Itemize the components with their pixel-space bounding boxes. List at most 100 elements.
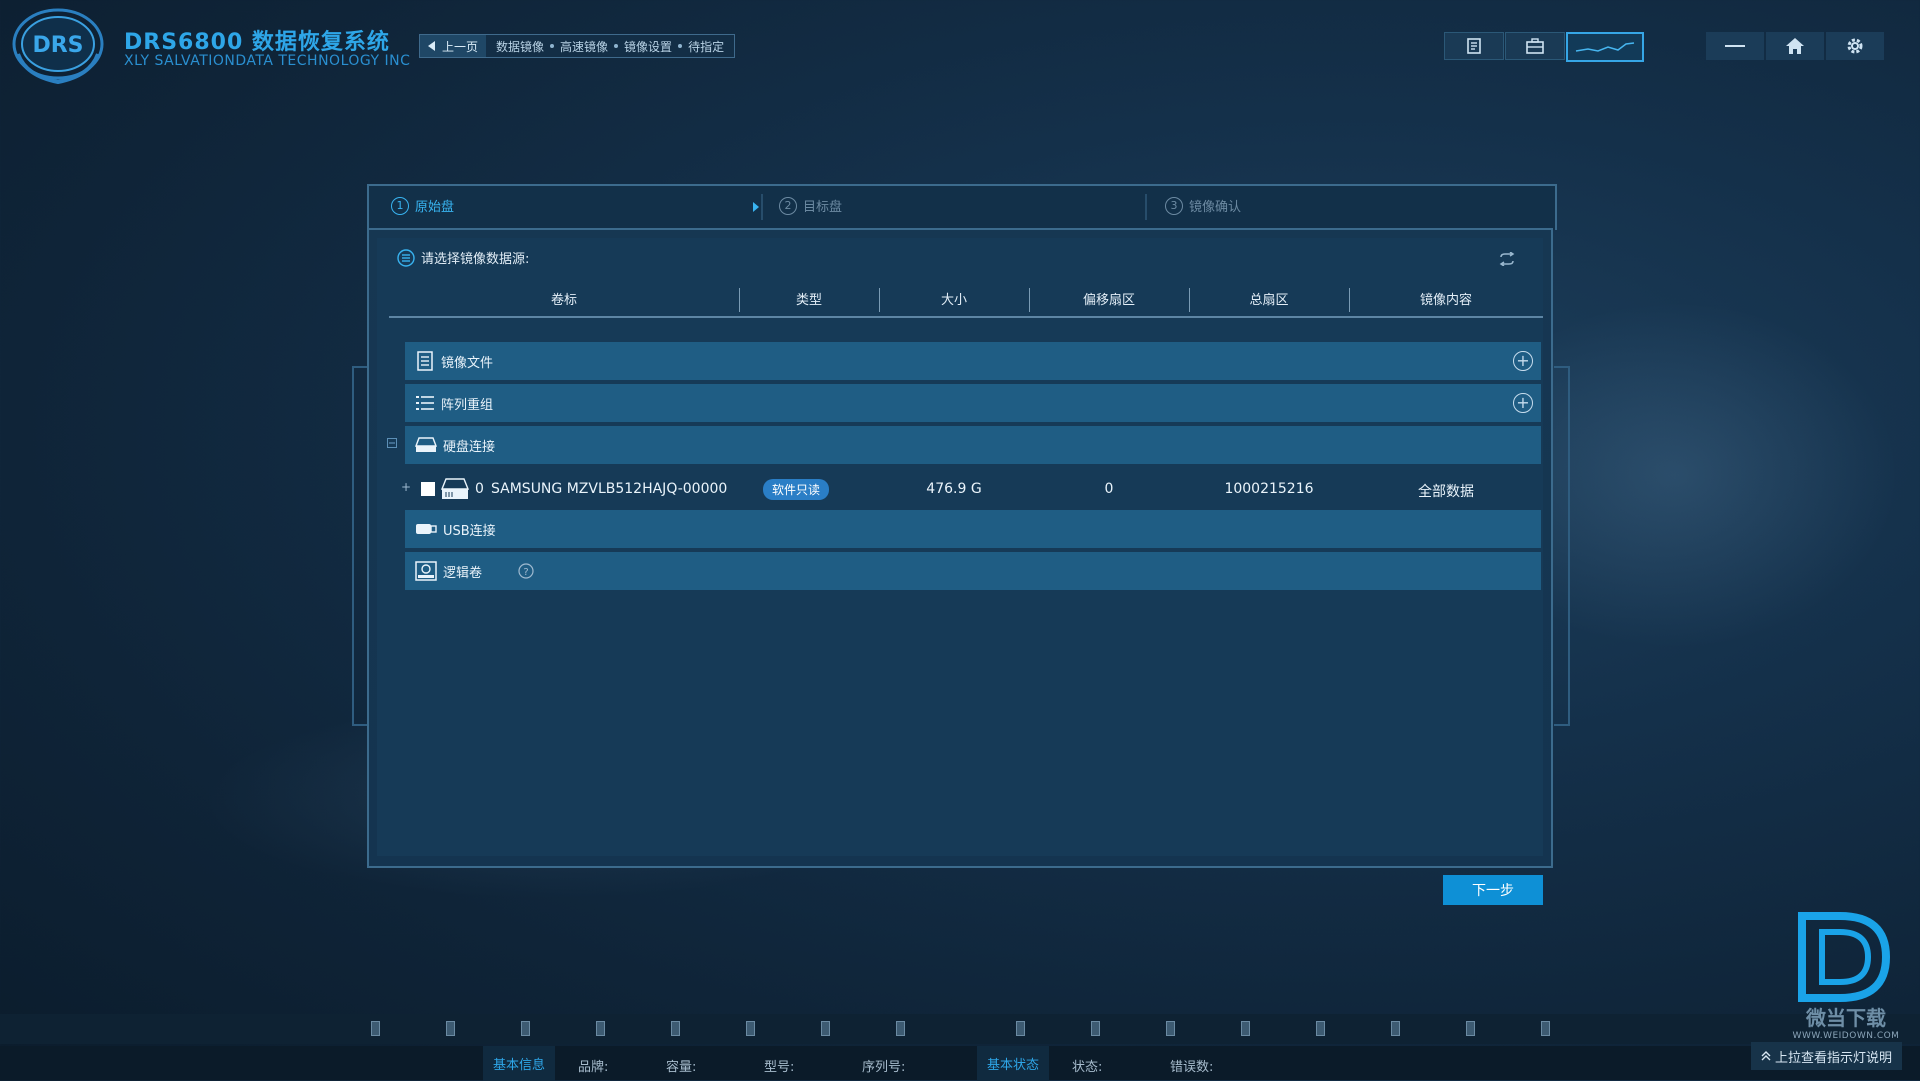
breadcrumb: 上一页 数据镜像 高速镜像 镜像设置 待指定 — [419, 34, 736, 58]
brand-label: 品牌: — [578, 1060, 609, 1075]
column-header-type: 类型 — [795, 292, 822, 308]
add-image-file-icon[interactable]: + — [1513, 351, 1533, 371]
add-raid-icon[interactable]: + — [1513, 393, 1533, 413]
indicator-led-bar — [0, 1014, 1920, 1044]
disk-total-sectors: 1000215216 — [1224, 481, 1314, 497]
column-header-label: 卷标 — [550, 292, 577, 308]
table-row[interactable]: + 0 SAMSUNG MZVLB512HAJQ-00000 软件只读 476.… — [389, 470, 1541, 510]
collapse-icon[interactable] — [387, 438, 397, 448]
list-icon — [416, 396, 434, 410]
tab-basic-status[interactable]: 基本状态 — [977, 1046, 1050, 1081]
watermark-logo-icon — [1798, 912, 1891, 1002]
breadcrumb-item: 数据镜像 — [496, 39, 545, 54]
expand-icon[interactable]: + — [401, 480, 411, 494]
image-file-icon — [417, 351, 433, 371]
panel-side-bracket — [1554, 366, 1570, 726]
indicator-led — [821, 1021, 830, 1036]
hint-label: 上拉查看指示灯说明 — [1774, 1050, 1892, 1066]
indicator-led — [1466, 1021, 1475, 1036]
step-label: 原始盘 — [415, 200, 455, 215]
indicator-led — [1541, 1021, 1550, 1036]
hard-disk-icon — [415, 437, 437, 452]
step-divider — [1145, 194, 1147, 220]
waveform-monitor-button[interactable] — [1566, 32, 1644, 62]
indicator-led — [446, 1021, 455, 1036]
breadcrumb-item: 高速镜像 — [560, 39, 609, 54]
minimize-button[interactable] — [1706, 32, 1764, 60]
indicator-led — [521, 1021, 530, 1036]
indicator-led — [1166, 1021, 1175, 1036]
settings-button[interactable] — [1826, 32, 1884, 60]
settings-gear-icon — [1847, 38, 1863, 54]
breadcrumb-separator — [614, 44, 619, 48]
error-count-label: 错误数: — [1170, 1060, 1214, 1075]
minimize-icon — [1725, 45, 1745, 47]
group-disk-connection[interactable]: 硬盘连接 — [405, 426, 1541, 464]
tab-basic-info[interactable]: 基本信息 — [483, 1046, 556, 1081]
app-subtitle: XLY SALVATIONDATA TECHNOLOGY INC — [124, 53, 411, 69]
step-image-confirm: 3 镜像确认 — [1165, 196, 1241, 215]
list-circle-icon — [397, 248, 415, 267]
breadcrumb-item: 待指定 — [688, 39, 725, 54]
group-image-file[interactable]: 镜像文件 + — [405, 342, 1541, 380]
state-label: 状态: — [1072, 1060, 1103, 1075]
panel-inner: 请选择镜像数据源: 卷标 类型 大小 偏移扇区 总扇区 镜像内容 镜像文件 + … — [377, 238, 1543, 856]
disk-name: SAMSUNG MZVLB512HAJQ-00000 — [491, 481, 728, 497]
panel-side-bracket — [352, 366, 368, 726]
disk-offset: 0 — [1104, 481, 1114, 497]
disk-checkbox[interactable] — [421, 482, 435, 496]
indicator-led — [1016, 1021, 1025, 1036]
column-header-total-sectors: 总扇区 — [1249, 292, 1289, 308]
report-icon — [1467, 38, 1481, 54]
toolbox-icon — [1526, 38, 1544, 54]
back-label: 上一页 — [442, 39, 479, 54]
step-label: 镜像确认 — [1189, 200, 1242, 215]
back-arrow-icon — [428, 41, 435, 51]
home-button[interactable] — [1766, 32, 1824, 60]
logical-volume-icon — [415, 561, 437, 581]
table-header: 卷标 类型 大小 偏移扇区 总扇区 镜像内容 — [389, 282, 1543, 318]
indicator-led — [746, 1021, 755, 1036]
group-usb-connection[interactable]: USB连接 — [405, 510, 1541, 548]
step-arrow-icon — [753, 202, 759, 212]
step-target-disk: 2 目标盘 — [779, 196, 842, 215]
column-header-content: 镜像内容 — [1419, 292, 1472, 308]
source-select-panel: 请选择镜像数据源: 卷标 类型 大小 偏移扇区 总扇区 镜像内容 镜像文件 + … — [367, 228, 1553, 868]
refresh-icon[interactable] — [1497, 252, 1517, 266]
report-button[interactable] — [1444, 32, 1504, 60]
drs-logo-icon: DRS — [12, 8, 104, 85]
column-header-offset: 偏移扇区 — [1082, 292, 1135, 308]
toolbox-button[interactable] — [1505, 32, 1565, 60]
group-raid[interactable]: 阵列重组 + — [405, 384, 1541, 422]
source-title-label: 请选择镜像数据源: — [421, 252, 530, 267]
column-header-size: 大小 — [940, 292, 967, 308]
group-logical-volume[interactable]: 逻辑卷 ? — [405, 552, 1541, 590]
watermark-url: WWW.WEIDOWN.COM — [1792, 1031, 1900, 1041]
serial-label: 序列号: — [862, 1060, 906, 1075]
svg-text:?: ? — [523, 567, 528, 578]
disk-size: 476.9 G — [926, 481, 982, 497]
capacity-label: 容量: — [666, 1060, 697, 1075]
step-label: 目标盘 — [803, 200, 843, 215]
status-bar: 基本信息 品牌: 容量: 型号: 序列号: 基本状态 状态: 错误数: — [0, 1046, 1920, 1081]
indicator-led — [1391, 1021, 1400, 1036]
home-icon — [1786, 38, 1804, 54]
disk-index: 0 — [475, 481, 484, 497]
step-number: 2 — [779, 196, 797, 215]
watermark-text: 微当下载 — [1806, 1006, 1886, 1030]
hard-disk-icon — [441, 478, 469, 499]
help-icon[interactable]: ? — [518, 563, 534, 579]
breadcrumb-separator — [678, 44, 683, 48]
logo-text: DRS — [32, 33, 83, 58]
breadcrumb-separator — [550, 44, 555, 48]
model-label: 型号: — [764, 1060, 795, 1075]
indicator-led — [371, 1021, 380, 1036]
group-label: 阵列重组 — [441, 397, 494, 413]
disk-image-content[interactable]: 全部数据 — [1349, 481, 1543, 501]
step-number: 3 — [1165, 196, 1183, 215]
next-step-button[interactable]: 下一步 — [1443, 875, 1543, 905]
indicator-led — [1316, 1021, 1325, 1036]
group-label: 逻辑卷 — [443, 565, 483, 581]
back-button[interactable]: 上一页 — [420, 35, 487, 57]
group-label: USB连接 — [443, 523, 496, 539]
